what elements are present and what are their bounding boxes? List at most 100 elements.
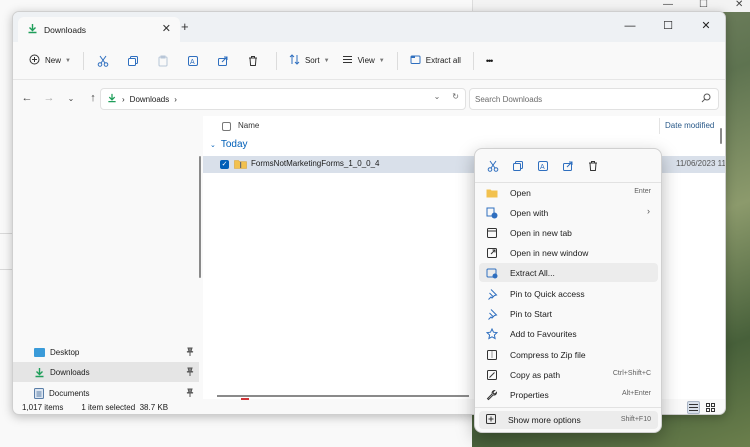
pin-icon <box>186 388 194 399</box>
horizontal-scrollbar[interactable] <box>217 395 469 397</box>
recent-chevron-icon[interactable]: ⌄ <box>60 94 82 103</box>
nav-item-desktop[interactable]: Desktop <box>13 342 199 362</box>
command-bar: New ▼ A Sort ▼ View ▼ Extract all ••• <box>13 42 725 80</box>
extract-all-label: Extract all <box>425 56 461 65</box>
paste-button[interactable] <box>150 48 176 74</box>
column-name[interactable]: Name <box>238 121 259 130</box>
group-header-today[interactable]: ⌄ Today <box>210 139 248 150</box>
view-icon <box>342 54 353 67</box>
new-window-icon <box>485 246 499 260</box>
address-dropdown-icon[interactable]: ⌄ <box>434 92 441 101</box>
pin-icon <box>186 367 194 378</box>
menu-item-pin-start[interactable]: Pin to Start <box>479 304 658 323</box>
menu-item-copy-as-path[interactable]: Copy as path Ctrl+Shift+C <box>479 365 658 384</box>
menu-item-extract-all[interactable]: Extract All... <box>479 263 658 282</box>
menu-item-compress-zip[interactable]: Compress to Zip file <box>479 345 658 364</box>
menu-item-label: Open <box>510 187 531 198</box>
select-all-checkbox[interactable] <box>222 122 231 131</box>
menu-item-properties[interactable]: Properties Alt+Enter <box>479 385 658 404</box>
breadcrumb-downloads[interactable]: Downloads <box>130 95 170 104</box>
cut-icon[interactable] <box>482 157 504 175</box>
nav-item-downloads[interactable]: Downloads <box>13 362 199 382</box>
cut-button[interactable] <box>90 48 116 74</box>
refresh-icon[interactable]: ↻ <box>452 92 459 101</box>
menu-item-open-new-window[interactable]: Open in new window <box>479 243 658 262</box>
search-icon <box>701 93 711 105</box>
menu-item-pin-quick-access[interactable]: Pin to Quick access <box>479 284 658 303</box>
address-bar[interactable]: › Downloads › ⌄ ↻ <box>100 88 466 110</box>
back-arrow-icon[interactable]: ← <box>16 92 38 104</box>
forward-arrow-icon[interactable]: → <box>38 92 60 104</box>
tiles-view-icon[interactable] <box>704 401 717 414</box>
menu-item-shortcut: Ctrl+Shift+C <box>612 370 651 377</box>
view-label: View <box>357 56 375 65</box>
tab-close-icon[interactable]: ✕ <box>162 22 171 35</box>
file-name: FormsNotMarketingForms_1_0_0_4 <box>251 159 380 168</box>
downloads-folder-icon <box>35 367 44 377</box>
menu-item-open-with[interactable]: Open with › <box>479 203 658 222</box>
context-divider <box>475 407 661 408</box>
copy-path-icon <box>485 368 499 382</box>
open-with-icon <box>485 206 499 220</box>
address-row: ← → ⌄ ↑ › Downloads › ⌄ ↻ Search Downloa… <box>13 80 725 116</box>
new-button[interactable]: New ▼ <box>23 48 77 74</box>
toolbar-divider <box>82 51 84 70</box>
rename-button[interactable]: A <box>180 48 206 74</box>
minimize-button[interactable]: — <box>611 12 649 42</box>
pin-icon <box>186 347 194 358</box>
properties-icon <box>485 388 499 402</box>
menu-item-show-more-options[interactable]: Show more options Shift+F10 <box>479 411 658 429</box>
delete-icon[interactable] <box>582 157 604 175</box>
navigation-pane: Desktop Downloads Documents <box>13 116 203 399</box>
view-button[interactable]: View ▼ <box>336 48 391 74</box>
copy-icon[interactable] <box>507 157 529 175</box>
search-input[interactable]: Search Downloads <box>469 88 719 110</box>
copy-button[interactable] <box>120 48 146 74</box>
menu-item-label: Open with <box>510 207 549 218</box>
new-tab-icon <box>485 226 499 240</box>
menu-item-add-favourites[interactable]: Add to Favourites <box>479 324 658 343</box>
column-date-modified[interactable]: Date modified <box>665 121 714 130</box>
nav-item-label: Downloads <box>50 367 90 377</box>
maximize-button[interactable]: ☐ <box>649 12 687 42</box>
nav-item-label: Documents <box>49 388 90 398</box>
status-item-count: 1,017 items <box>22 403 64 412</box>
details-view-icon[interactable] <box>687 401 700 414</box>
menu-item-open-new-tab[interactable]: Open in new tab <box>479 223 658 242</box>
nav-scrollbar[interactable] <box>199 156 201 278</box>
vertical-scrollbar[interactable] <box>720 128 722 144</box>
delete-button[interactable] <box>240 48 266 74</box>
share-icon[interactable] <box>557 157 579 175</box>
menu-item-shortcut: Alt+Enter <box>622 390 651 397</box>
bg-maximize-icon: ☐ <box>699 0 708 10</box>
chevron-right-icon[interactable]: › <box>174 95 177 104</box>
more-options-button[interactable]: ••• <box>480 48 498 74</box>
documents-folder-icon <box>34 387 44 399</box>
bg-close-icon: ✕ <box>735 0 744 10</box>
menu-item-open[interactable]: Open Enter <box>479 183 658 202</box>
menu-item-label: Compress to Zip file <box>510 349 586 360</box>
close-button[interactable]: ✕ <box>687 12 725 42</box>
rename-icon[interactable]: A <box>532 157 554 175</box>
menu-item-label: Pin to Quick access <box>510 288 585 299</box>
sort-label: Sort <box>304 56 320 65</box>
extract-all-button[interactable]: Extract all <box>404 48 467 74</box>
file-date: 11/06/2023 11:3 <box>676 159 726 168</box>
toolbar-divider <box>275 51 277 70</box>
toolbar-divider <box>396 51 398 70</box>
search-placeholder: Search Downloads <box>475 94 543 104</box>
star-icon <box>485 327 499 341</box>
extract-icon <box>485 266 499 280</box>
svg-text:A: A <box>190 59 195 66</box>
column-divider[interactable] <box>659 118 660 134</box>
chevron-down-icon: ▼ <box>323 57 330 64</box>
sort-button[interactable]: Sort ▼ <box>283 48 336 74</box>
menu-item-label: Pin to Start <box>510 308 553 319</box>
chevron-down-icon: ⌄ <box>210 141 216 149</box>
row-checkbox-checked[interactable]: ✓ <box>220 160 229 169</box>
new-tab-button[interactable]: + <box>181 19 189 34</box>
extract-icon <box>410 54 421 67</box>
share-button[interactable] <box>210 48 236 74</box>
chevron-right-icon: › <box>122 94 125 104</box>
tab-downloads[interactable]: Downloads ✕ <box>18 17 180 42</box>
